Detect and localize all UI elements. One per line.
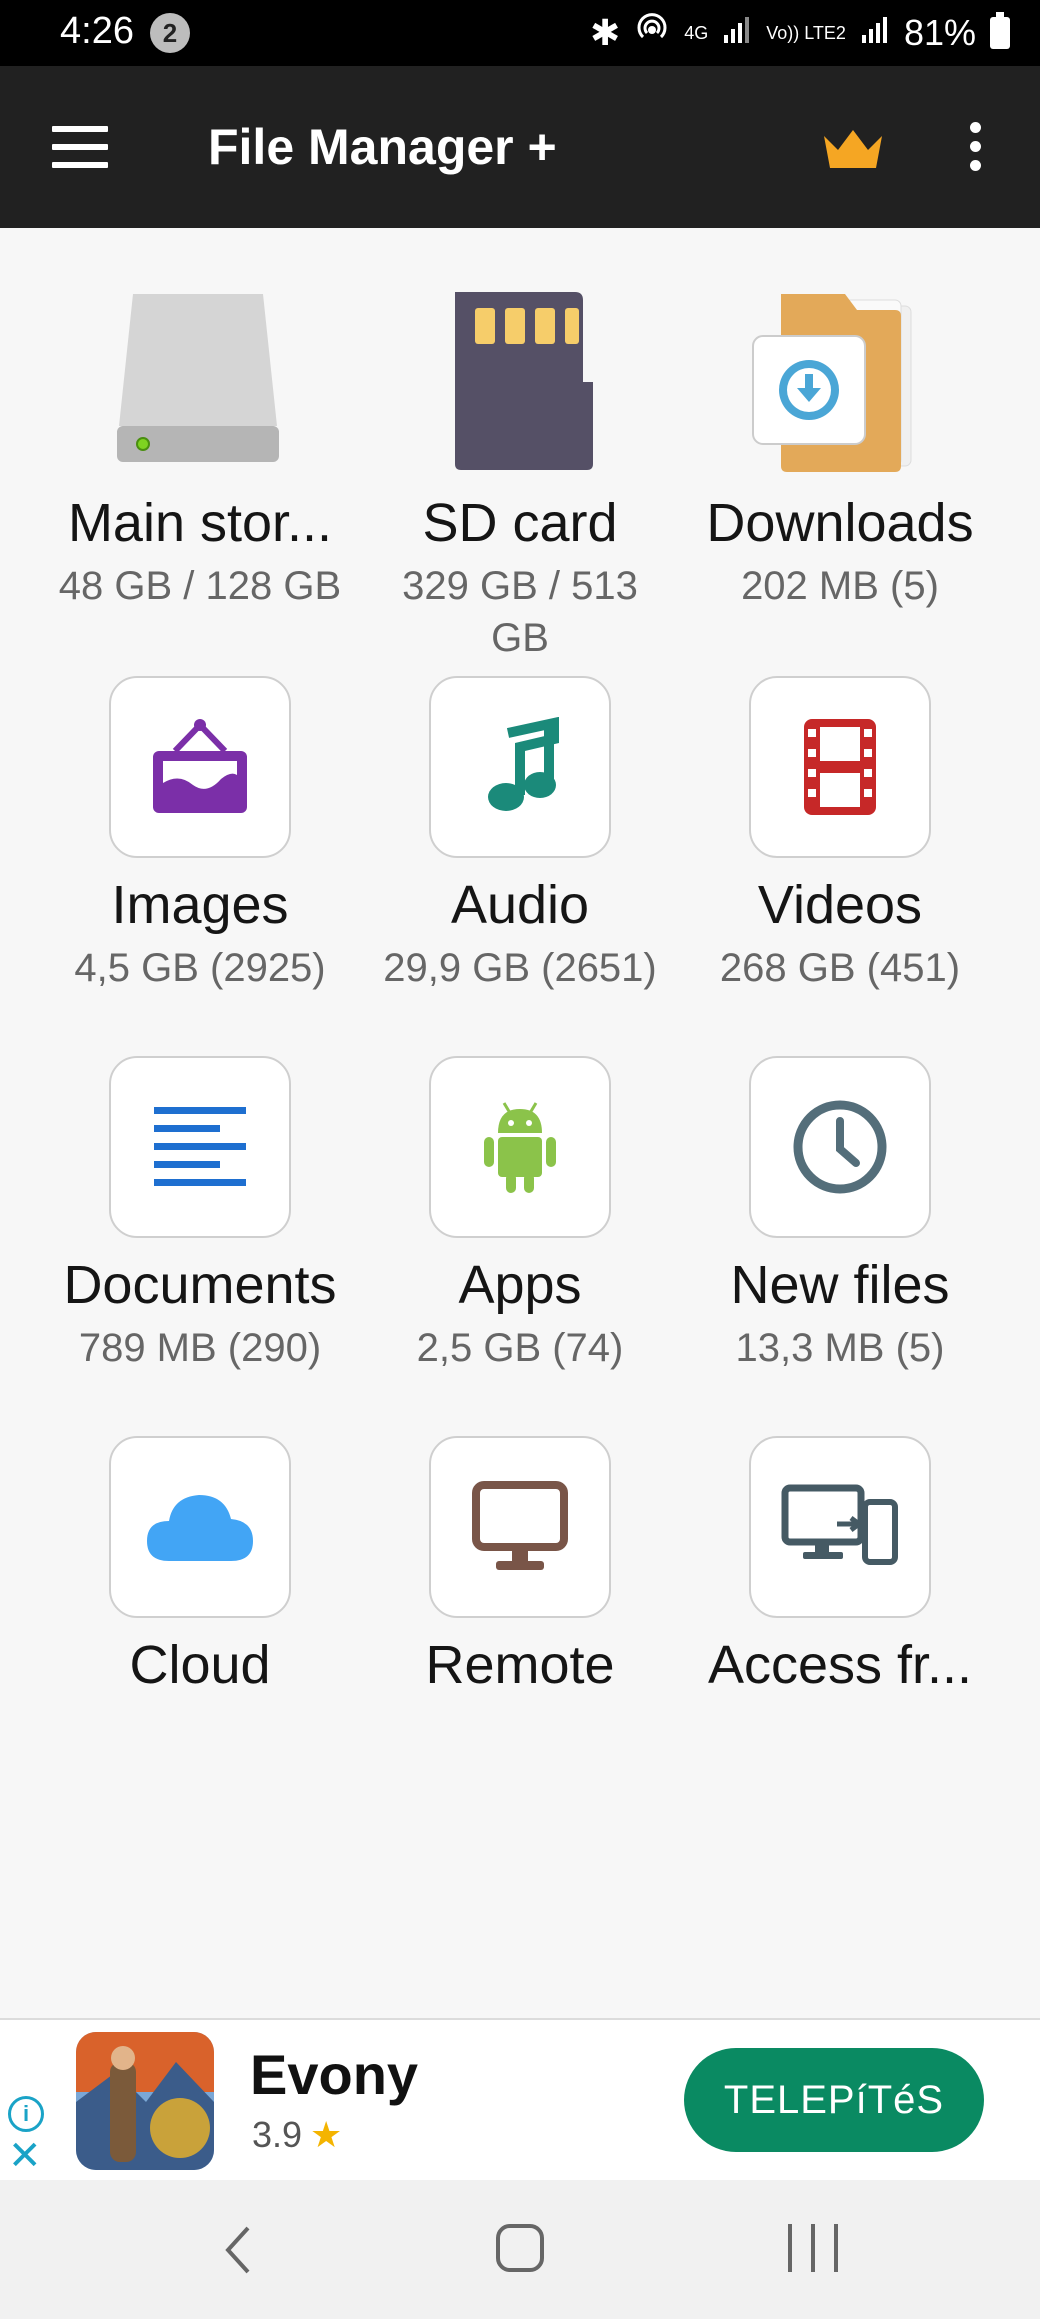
tile-subtitle: 789 MB (290) xyxy=(78,1326,322,1370)
clock-icon xyxy=(793,1100,887,1194)
app-title: File Manager + xyxy=(208,119,557,175)
tile-icon-frame xyxy=(429,676,611,858)
tile-subtitle: 329 GB / 513 GB xyxy=(402,564,638,660)
tile-cloud[interactable]: Cloud xyxy=(40,1436,360,1696)
tile-main-storage[interactable]: Main stor... 48 GB / 128 GB xyxy=(40,286,360,612)
tile-new-files[interactable]: New files 13,3 MB (5) xyxy=(680,1056,1000,1374)
signal-strength-icon xyxy=(722,12,752,54)
system-nav-bar xyxy=(0,2180,1040,2319)
tile-icon-frame xyxy=(429,1056,611,1238)
tile-icon-frame xyxy=(749,1056,931,1238)
tile-label: Images xyxy=(111,875,289,935)
ad-app-thumbnail[interactable] xyxy=(76,2032,214,2170)
tile-subtitle: 29,9 GB (2651) xyxy=(383,946,657,990)
ad-close-icon[interactable]: ✕ xyxy=(8,2136,42,2176)
tile-apps[interactable]: Apps 2,5 GB (74) xyxy=(360,1056,680,1374)
bluetooth-icon: ✱ xyxy=(590,11,621,53)
menu-icon[interactable] xyxy=(52,126,108,168)
ad-rating-value: 3.9 xyxy=(252,2114,303,2155)
app-bar: File Manager + xyxy=(0,66,1040,228)
back-icon[interactable] xyxy=(210,2220,270,2280)
downloads-folder-icon xyxy=(745,286,935,476)
notification-count-badge: 2 xyxy=(150,13,190,53)
tile-remote[interactable]: Remote xyxy=(360,1436,680,1696)
star-icon: ★ xyxy=(310,2114,343,2155)
tile-label: Remote xyxy=(425,1635,615,1695)
ad-info-icon[interactable]: i xyxy=(8,2096,44,2132)
tile-label: Apps xyxy=(458,1255,582,1315)
tile-subtitle: 13,3 MB (5) xyxy=(735,1326,945,1370)
status-time: 4:26 xyxy=(60,10,134,52)
status-bar: 4:26 2 ✱ 4G Vo)) LTE2 81% xyxy=(0,0,1040,66)
tile-icon-frame xyxy=(749,676,931,858)
ad-app-name: Evony xyxy=(250,2043,419,2106)
tile-label: Main stor... xyxy=(67,493,333,553)
tile-documents[interactable]: Documents 789 MB (290) xyxy=(40,1056,360,1374)
tile-audio[interactable]: Audio 29,9 GB (2651) xyxy=(360,676,680,994)
monitor-icon xyxy=(472,1481,568,1570)
ad-rating: 3.9 ★ xyxy=(252,2114,342,2156)
tile-subtitle: 4,5 GB (2925) xyxy=(74,946,326,990)
tile-sd-card[interactable]: SD card 329 GB / 513 GB xyxy=(360,286,680,664)
recents-icon[interactable] xyxy=(788,2224,838,2272)
signal-strength-2-icon xyxy=(860,12,890,54)
document-lines-icon xyxy=(154,1107,246,1186)
battery-percent: 81% xyxy=(903,11,976,53)
status-icons: ✱ 4G Vo)) LTE2 81% xyxy=(590,10,1010,55)
tile-images[interactable]: Images 4,5 GB (2925) xyxy=(40,676,360,994)
ad-install-button[interactable]: TELEPíTéS xyxy=(684,2048,984,2152)
film-icon xyxy=(804,719,876,815)
tile-access-from-network[interactable]: Access fr... xyxy=(680,1436,1000,1696)
tile-icon-frame xyxy=(109,676,291,858)
tile-downloads[interactable]: Downloads 202 MB (5) xyxy=(680,286,1000,612)
tile-subtitle: 48 GB / 128 GB xyxy=(58,564,342,608)
tile-icon-frame xyxy=(109,1056,291,1238)
tile-icon-frame xyxy=(109,1436,291,1618)
tile-label: SD card xyxy=(422,493,618,553)
crown-premium-icon[interactable] xyxy=(822,128,884,172)
tile-icon-frame xyxy=(749,1436,931,1618)
image-icon xyxy=(153,719,247,813)
storage-drive-icon xyxy=(105,286,295,476)
tile-label: Documents xyxy=(63,1255,337,1315)
hotspot-icon xyxy=(634,10,670,55)
overflow-menu-icon[interactable] xyxy=(960,122,990,178)
network-4g-label: 4G xyxy=(684,22,709,43)
tile-label: New files xyxy=(730,1255,950,1315)
tile-label: Access fr... xyxy=(707,1635,973,1695)
tile-subtitle: 2,5 GB (74) xyxy=(416,1326,624,1370)
tile-subtitle: 202 MB (5) xyxy=(741,564,939,608)
tile-label: Cloud xyxy=(129,1635,271,1695)
tile-videos[interactable]: Videos 268 GB (451) xyxy=(680,676,1000,994)
devices-icon xyxy=(781,1484,898,1565)
music-note-icon xyxy=(488,717,559,811)
sd-card-icon xyxy=(425,286,615,476)
home-icon[interactable] xyxy=(496,2224,544,2272)
cloud-icon xyxy=(147,1495,253,1561)
tile-label: Videos xyxy=(757,875,923,935)
android-icon xyxy=(484,1102,556,1193)
battery-icon xyxy=(990,11,1010,49)
tile-subtitle: 268 GB (451) xyxy=(719,946,961,990)
ad-banner[interactable]: i ✕ Evony 3.9 ★ TELEPíTéS xyxy=(0,2018,1040,2180)
tile-label: Downloads xyxy=(706,493,974,553)
tile-label: Audio xyxy=(450,875,590,935)
volte-label: Vo)) LTE2 xyxy=(766,22,846,43)
tile-icon-frame xyxy=(429,1436,611,1618)
